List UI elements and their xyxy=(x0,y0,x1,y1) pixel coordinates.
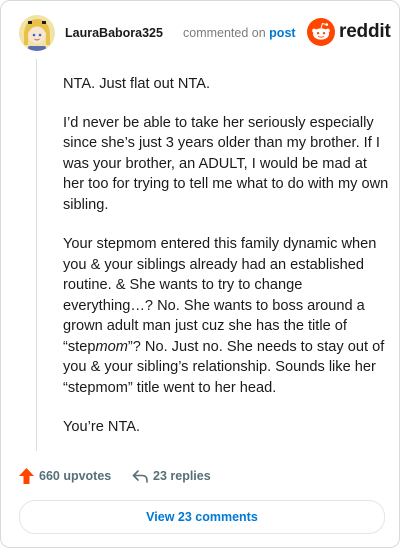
comment-body: NTA. Just flat out NTA. I’d never be abl… xyxy=(63,74,389,456)
avatar[interactable] xyxy=(19,15,55,51)
comment-paragraph: Your stepmom entered this family dynamic… xyxy=(63,236,385,396)
brand-name: reddit xyxy=(339,21,391,42)
comment-meta: commented on post xyxy=(183,26,296,40)
reply-count[interactable]: 23 replies xyxy=(153,469,211,483)
reply-arrow-icon[interactable] xyxy=(132,468,148,484)
comment-paragraph: I’d never be able to take her seriously … xyxy=(63,114,389,213)
action-text: commented on xyxy=(183,26,266,40)
comment-header: LauraBabora325 commented on post reddit xyxy=(19,15,391,53)
upvote-count[interactable]: 660 upvotes xyxy=(39,469,111,483)
username[interactable]: LauraBabora325 xyxy=(65,26,163,40)
comment-actions: 660 upvotes 23 replies xyxy=(19,467,385,489)
comment-card: LauraBabora325 commented on post reddit … xyxy=(0,0,400,548)
upvote-arrow-icon[interactable] xyxy=(19,468,34,484)
comment-paragraph: NTA. Just flat out NTA. xyxy=(63,76,211,92)
view-comments-button[interactable]: View 23 comments xyxy=(19,500,385,534)
reddit-logo[interactable]: reddit xyxy=(307,18,391,48)
reddit-snoo-icon xyxy=(307,18,335,46)
post-link[interactable]: post xyxy=(269,26,295,40)
comment-paragraph: You’re NTA. xyxy=(63,419,141,435)
thread-line xyxy=(36,59,37,451)
